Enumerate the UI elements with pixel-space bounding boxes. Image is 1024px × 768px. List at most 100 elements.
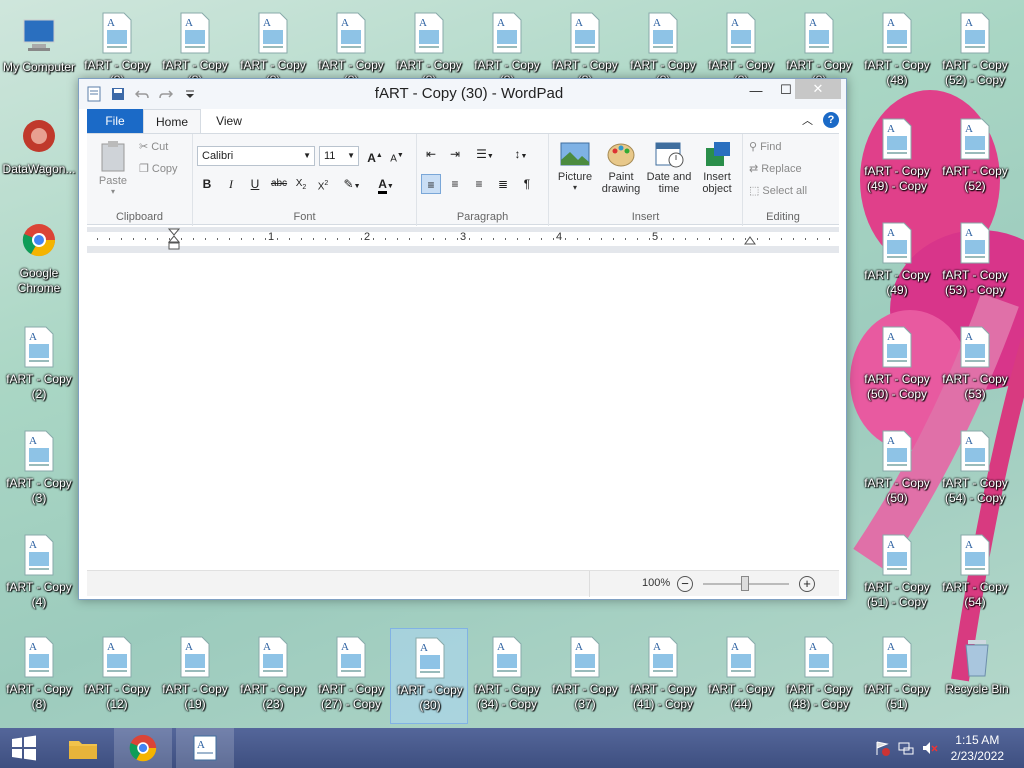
desktop-file-icon[interactable]: AfART - Copy (2) xyxy=(0,318,78,414)
desktop-file-icon[interactable]: AfART - Copy (54) xyxy=(936,526,1014,622)
action-center-flag-icon[interactable] xyxy=(874,740,890,756)
date-label-line2: time xyxy=(658,183,680,195)
tab-view[interactable]: View xyxy=(209,109,249,133)
chevron-down-icon: ▾ xyxy=(572,183,577,192)
strikethrough-icon[interactable]: abc xyxy=(269,174,289,194)
decrease-indent-icon[interactable]: ⇤ xyxy=(421,144,441,164)
tab-file[interactable]: File xyxy=(87,109,143,133)
desktop-file-icon[interactable]: AfART - Copy (50) xyxy=(858,422,936,518)
superscript-icon[interactable]: X2 xyxy=(313,174,333,194)
align-left-icon[interactable]: ≡ xyxy=(421,174,441,194)
find-button[interactable]: ⚲ Find xyxy=(749,140,781,154)
ruler-mark: 1 xyxy=(268,231,275,243)
chrome-taskbar-button[interactable] xyxy=(114,728,172,768)
zoom-slider-thumb[interactable] xyxy=(741,576,749,591)
wordpad-taskbar-button[interactable]: A xyxy=(176,728,234,768)
line-spacing-icon[interactable]: ↕▼ xyxy=(507,144,535,164)
my-computer-icon[interactable]: My Computer xyxy=(0,6,78,102)
zoom-in-button[interactable]: + xyxy=(799,576,815,592)
desktop-file-icon[interactable]: AfART - Copy (53) - Copy xyxy=(936,214,1014,310)
tab-home[interactable]: Home xyxy=(143,109,201,133)
desktop-file-icon[interactable]: AfART - Copy (52) - Copy xyxy=(936,4,1014,100)
svg-text:A: A xyxy=(185,17,193,29)
cut-button[interactable]: ✂ Cut xyxy=(139,140,168,154)
text-color-icon[interactable]: A▼ xyxy=(373,174,399,194)
desktop-file-icon[interactable]: AfART - Copy (52) xyxy=(936,110,1014,206)
subscript-icon[interactable]: X2 xyxy=(291,174,311,194)
align-center-icon[interactable]: ≡ xyxy=(445,174,465,194)
indent-marker-icon[interactable] xyxy=(168,228,180,250)
date-time-button[interactable]: Date and time xyxy=(645,140,693,195)
picture-button[interactable]: Picture ▾ xyxy=(553,140,597,192)
font-size-select[interactable]: 11 ▼ xyxy=(319,146,359,166)
underline-icon[interactable]: U xyxy=(245,174,265,194)
grow-font-icon[interactable]: A▲ xyxy=(365,146,385,166)
paste-button[interactable]: Paste ▾ xyxy=(93,140,133,196)
document-icon: A xyxy=(568,636,602,678)
ruler-tick xyxy=(817,238,818,240)
desktop-file-icon[interactable]: AfART - Copy (12) xyxy=(78,628,156,724)
desktop-file-icon[interactable]: AfART - Copy (4) xyxy=(0,526,78,622)
desktop-file-icon[interactable]: AfART - Copy (44) xyxy=(702,628,780,724)
document-area[interactable] xyxy=(87,254,839,569)
file-explorer-taskbar-button[interactable] xyxy=(54,728,112,768)
network-icon[interactable] xyxy=(898,740,914,756)
desktop-file-icon[interactable]: AfART - Copy (53) xyxy=(936,318,1014,414)
desktop-file-icon[interactable]: AfART - Copy (48) xyxy=(858,4,936,100)
minimize-button[interactable]: — xyxy=(741,79,771,101)
clock[interactable]: 1:15 AM 2/23/2022 xyxy=(951,732,1004,764)
paint-drawing-button[interactable]: Paint drawing xyxy=(599,140,643,195)
zoom-out-button[interactable]: − xyxy=(677,576,693,592)
redo-icon[interactable] xyxy=(157,85,175,103)
desktop-file-icon[interactable]: AfART - Copy (37) xyxy=(546,628,624,724)
svg-text:A: A xyxy=(887,331,895,343)
bold-icon[interactable]: B xyxy=(197,174,217,194)
bullets-icon[interactable]: ☰▼ xyxy=(471,144,499,164)
desktop-file-icon[interactable]: AfART - Copy (50) - Copy xyxy=(858,318,936,414)
ruler-tick xyxy=(289,238,290,240)
desktop-file-icon[interactable]: AfART - Copy (27) - Copy xyxy=(312,628,390,724)
desktop-file-icon[interactable]: AfART - Copy (3) xyxy=(0,422,78,518)
increase-indent-icon[interactable]: ⇥ xyxy=(445,144,465,164)
recycle-bin-icon[interactable]: Recycle Bin xyxy=(938,628,1016,724)
minimize-ribbon-icon[interactable]: ︿ xyxy=(802,112,813,128)
desktop-file-icon[interactable]: AfART - Copy (8) xyxy=(0,628,78,724)
clipboard-group-label: Clipboard xyxy=(115,211,164,223)
wordpad-app-icon[interactable] xyxy=(85,85,103,103)
customize-toolbar-icon[interactable] xyxy=(181,85,199,103)
shrink-font-icon[interactable]: A▼ xyxy=(387,146,407,166)
font-family-select[interactable]: Calibri ▼ xyxy=(197,146,315,166)
google-chrome-desktop-icon[interactable]: Google Chrome xyxy=(0,212,78,308)
align-right-icon[interactable]: ≡ xyxy=(469,174,489,194)
desktop-file-icon[interactable]: AfART - Copy (30) xyxy=(390,628,468,724)
datawagon-icon[interactable]: DataWagon... xyxy=(0,108,78,204)
justify-icon[interactable]: ≣ xyxy=(493,174,513,194)
volume-muted-icon[interactable] xyxy=(922,740,938,756)
paragraph-settings-icon[interactable]: ¶ xyxy=(517,174,537,194)
save-icon[interactable] xyxy=(109,85,127,103)
document-icon: A xyxy=(334,12,368,54)
help-icon[interactable]: ? xyxy=(823,112,839,128)
highlight-color-icon[interactable]: ✎▼ xyxy=(339,174,365,194)
desktop-icon-label: fART - Copy (34) - Copy xyxy=(474,682,540,711)
desktop-file-icon[interactable]: AfART - Copy (51) xyxy=(858,628,936,724)
desktop-file-icon[interactable]: AfART - Copy (19) xyxy=(156,628,234,724)
desktop-file-icon[interactable]: AfART - Copy (51) - Copy xyxy=(858,526,936,622)
undo-icon[interactable] xyxy=(133,85,151,103)
desktop-file-icon[interactable]: AfART - Copy (23) xyxy=(234,628,312,724)
desktop-file-icon[interactable]: AfART - Copy (49) xyxy=(858,214,936,310)
close-button[interactable]: ✕ xyxy=(795,79,841,99)
svg-text:A: A xyxy=(263,641,271,653)
desktop-file-icon[interactable]: AfART - Copy (48) - Copy xyxy=(780,628,858,724)
italic-icon[interactable]: I xyxy=(221,174,241,194)
copy-button[interactable]: ❐ Copy xyxy=(139,162,178,176)
desktop-file-icon[interactable]: AfART - Copy (54) - Copy xyxy=(936,422,1014,518)
desktop-file-icon[interactable]: AfART - Copy (41) - Copy xyxy=(624,628,702,724)
start-button[interactable] xyxy=(0,728,48,768)
right-indent-marker-icon[interactable] xyxy=(744,235,756,245)
select-all-button[interactable]: ⬚ Select all xyxy=(749,184,807,198)
insert-object-button[interactable]: Insert object xyxy=(695,140,739,195)
replace-button[interactable]: ⇄ Replace xyxy=(749,162,802,176)
desktop-file-icon[interactable]: AfART - Copy (34) - Copy xyxy=(468,628,546,724)
desktop-file-icon[interactable]: AfART - Copy (49) - Copy xyxy=(858,110,936,206)
